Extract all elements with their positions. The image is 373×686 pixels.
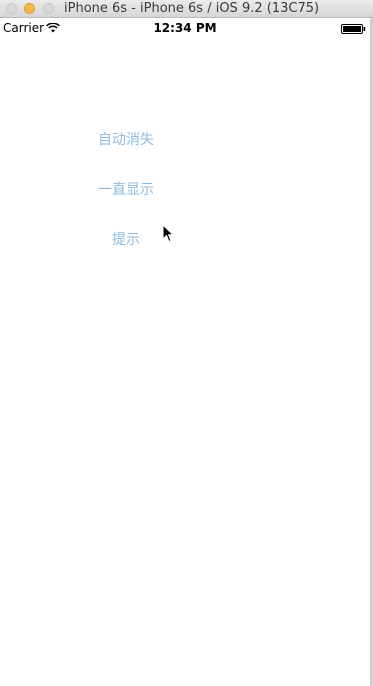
minimize-window-button[interactable] (24, 3, 35, 14)
close-window-button[interactable] (6, 3, 17, 14)
always-show-button[interactable]: 一直显示 (86, 179, 166, 199)
auto-dismiss-button[interactable]: 自动消失 (86, 129, 166, 149)
window-title: iPhone 6s - iPhone 6s / iOS 9.2 (13C75) (64, 1, 320, 16)
hint-button[interactable]: 提示 (86, 229, 166, 249)
window-titlebar: iPhone 6s - iPhone 6s / iOS 9.2 (13C75) (0, 0, 373, 18)
zoom-window-button[interactable] (43, 3, 54, 14)
status-time: 12:34 PM (153, 21, 217, 35)
device-screen: Carrier 12:34 PM 自动消失 一直显示 提示 (0, 18, 370, 686)
simulator-window: iPhone 6s - iPhone 6s / iOS 9.2 (13C75) … (0, 0, 373, 686)
arrow-cursor-icon (162, 224, 174, 243)
status-bar: Carrier 12:34 PM (0, 18, 370, 38)
battery-icon (341, 24, 366, 34)
